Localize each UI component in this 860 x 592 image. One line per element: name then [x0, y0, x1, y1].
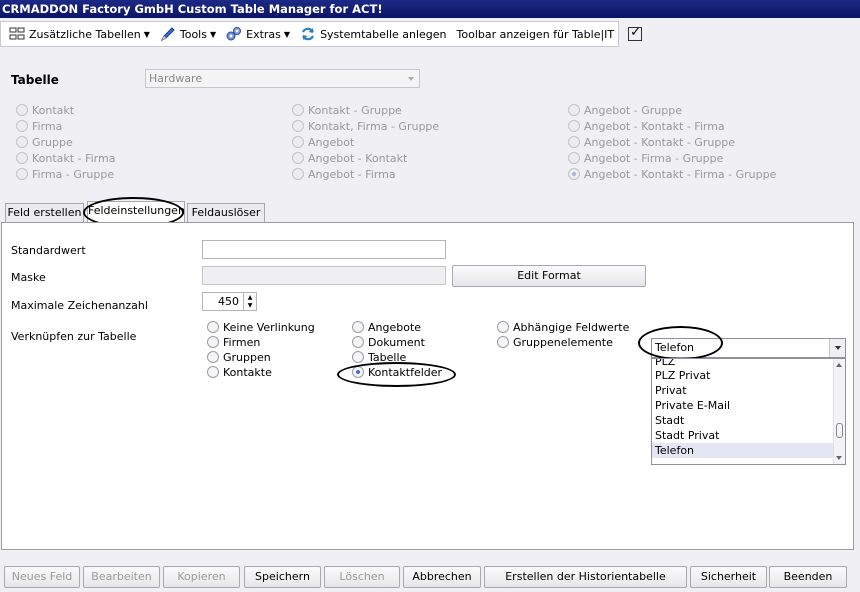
table-combo-value: Hardware — [149, 72, 203, 85]
radio-firma[interactable]: Firma — [16, 118, 62, 134]
gears-icon — [226, 26, 242, 42]
security-button[interactable]: Sicherheit — [690, 566, 767, 588]
tables-icon — [9, 26, 25, 42]
list-item[interactable]: Private E-Mail — [652, 398, 845, 413]
create-system-table-label: Systemtabelle anlegen — [320, 27, 447, 41]
bottom-button-bar: Neues Feld Bearbeiten Kopieren Speichern… — [0, 556, 860, 592]
chevron-down-icon[interactable] — [829, 339, 845, 357]
radio-angebot-kontakt[interactable]: Angebot - Kontakt — [292, 150, 407, 166]
list-item[interactable]: PLZ — [652, 359, 845, 368]
list-item[interactable]: PLZ Privat — [652, 368, 845, 383]
tab-feldeinstellungen[interactable]: Feldeinstellungen — [87, 201, 185, 223]
tab-feldausloeser[interactable]: Feldauslöser — [187, 203, 265, 223]
radio-gruppen[interactable]: Gruppen — [207, 349, 271, 365]
show-toolbar-option[interactable]: Toolbar anzeigen für Table|IT — [453, 23, 647, 45]
radio-kontaktfelder[interactable]: Kontaktfelder — [352, 364, 442, 380]
list-item[interactable]: Stadt — [652, 413, 845, 428]
radio-angebot-kontakt-gruppe[interactable]: Angebot - Kontakt - Gruppe — [568, 134, 735, 150]
radio-angebot-gruppe[interactable]: Angebot - Gruppe — [568, 102, 682, 118]
max-chars-spinner[interactable]: 450 ▲ ▼ — [202, 292, 257, 311]
radio-firma-gruppe[interactable]: Firma - Gruppe — [16, 166, 114, 182]
scroll-up-icon[interactable] — [836, 363, 842, 367]
tools-menu[interactable]: Tools ▼ — [156, 23, 220, 45]
field-combo[interactable]: Telefon — [651, 338, 846, 358]
list-scrollbar[interactable] — [833, 359, 845, 464]
radio-firmen[interactable]: Firmen — [207, 334, 260, 350]
save-button[interactable]: Speichern — [244, 566, 321, 588]
radio-kontakt-gruppe[interactable]: Kontakt - Gruppe — [292, 102, 402, 118]
create-system-table-button[interactable]: Systemtabelle anlegen — [296, 23, 450, 45]
radio-kontakt-firma[interactable]: Kontakt - Firma — [16, 150, 115, 166]
tab-strip: Feld erstellen Feldeinstellungen Feldaus… — [0, 200, 860, 223]
radio-gruppe[interactable]: Gruppe — [16, 134, 73, 150]
exit-button[interactable]: Beenden — [769, 566, 847, 588]
extras-menu[interactable]: Extras ▼ — [222, 23, 294, 45]
show-toolbar-checkbox[interactable] — [628, 25, 643, 41]
edit-button[interactable]: Bearbeiten — [83, 566, 160, 588]
max-chars-label: Maximale Zeichenanzahl — [11, 299, 148, 312]
field-combo-value: Telefon — [655, 341, 695, 354]
maske-input[interactable] — [202, 266, 446, 285]
edit-format-button[interactable]: Edit Format — [452, 265, 646, 287]
spin-down-icon[interactable]: ▼ — [248, 302, 253, 309]
radio-kontakt-firma-gruppe[interactable]: Kontakt, Firma - Gruppe — [292, 118, 439, 134]
chevron-down-icon — [408, 77, 414, 81]
table-selection-panel: Tabelle Hardware Kontakt Firma Gruppe Ko… — [0, 60, 860, 198]
scroll-down-icon[interactable] — [836, 456, 842, 460]
new-field-button[interactable]: Neues Feld — [4, 566, 80, 588]
radio-dokument[interactable]: Dokument — [352, 334, 425, 350]
additional-tables-menu[interactable]: Zusätzliche Tabellen ▼ — [1, 23, 154, 45]
pen-icon — [160, 26, 176, 42]
copy-button[interactable]: Kopieren — [163, 566, 240, 588]
refresh-icon — [300, 26, 316, 42]
radio-kontakte[interactable]: Kontakte — [207, 364, 272, 380]
radio-gruppenelemente[interactable]: Gruppenelemente — [497, 334, 613, 350]
window-title: CRMADDON Factory GmbH Custom Table Manag… — [0, 0, 860, 18]
radio-angebot-firma[interactable]: Angebot - Firma — [292, 166, 396, 182]
show-toolbar-label: Toolbar anzeigen für Table|IT — [456, 27, 615, 41]
radio-tabelle[interactable]: Tabelle — [352, 349, 406, 365]
table-label: Tabelle — [11, 73, 59, 87]
chevron-down-icon: ▼ — [209, 29, 217, 39]
delete-button[interactable]: Löschen — [324, 566, 400, 588]
max-chars-value[interactable]: 450 — [202, 292, 244, 311]
scrollbar-thumb[interactable] — [836, 423, 843, 438]
field-dropdown-list[interactable]: PLZ PLZ Privat Privat Private E-Mail Sta… — [651, 358, 846, 465]
create-history-table-button[interactable]: Erstellen der Historientabelle — [484, 566, 687, 588]
cancel-button[interactable]: Abbrechen — [403, 566, 481, 588]
chevron-down-icon: ▼ — [143, 29, 150, 39]
radio-kontakt[interactable]: Kontakt — [16, 102, 74, 118]
tools-label: Tools — [179, 27, 207, 41]
chevron-down-icon: ▼ — [283, 29, 291, 39]
standardwert-input[interactable] — [202, 240, 446, 259]
list-item[interactable]: Telefon — [652, 443, 845, 458]
extras-label: Extras — [246, 27, 281, 41]
radio-keine-verlinkung[interactable]: Keine Verlinkung — [207, 319, 315, 335]
list-item[interactable]: Stadt Privat — [652, 428, 845, 443]
radio-angebote[interactable]: Angebote — [352, 319, 421, 335]
radio-abhaengige-feldwerte[interactable]: Abhängige Feldwerte — [497, 319, 629, 335]
radio-angebot-kontakt-firma[interactable]: Angebot - Kontakt - Firma — [568, 118, 725, 134]
maske-label: Maske — [11, 271, 46, 284]
list-item[interactable]: Privat — [652, 383, 845, 398]
radio-angebot-kontakt-firma-gruppe[interactable]: Angebot - Kontakt - Firma - Gruppe — [568, 166, 776, 182]
radio-angebot-firma-gruppe[interactable]: Angebot - Firma - Gruppe — [568, 150, 723, 166]
standardwert-label: Standardwert — [11, 244, 86, 257]
spin-up-icon[interactable]: ▲ — [248, 294, 253, 301]
additional-tables-label: Zusätzliche Tabellen — [29, 27, 141, 41]
table-combo[interactable]: Hardware — [145, 69, 420, 88]
link-table-label: Verknüpfen zur Tabelle — [11, 330, 137, 343]
radio-angebot[interactable]: Angebot — [292, 134, 354, 150]
tab-feld-erstellen[interactable]: Feld erstellen — [5, 203, 84, 223]
toolbar: Zusätzliche Tabellen ▼ Tools ▼ Extras ▼ … — [0, 21, 643, 47]
